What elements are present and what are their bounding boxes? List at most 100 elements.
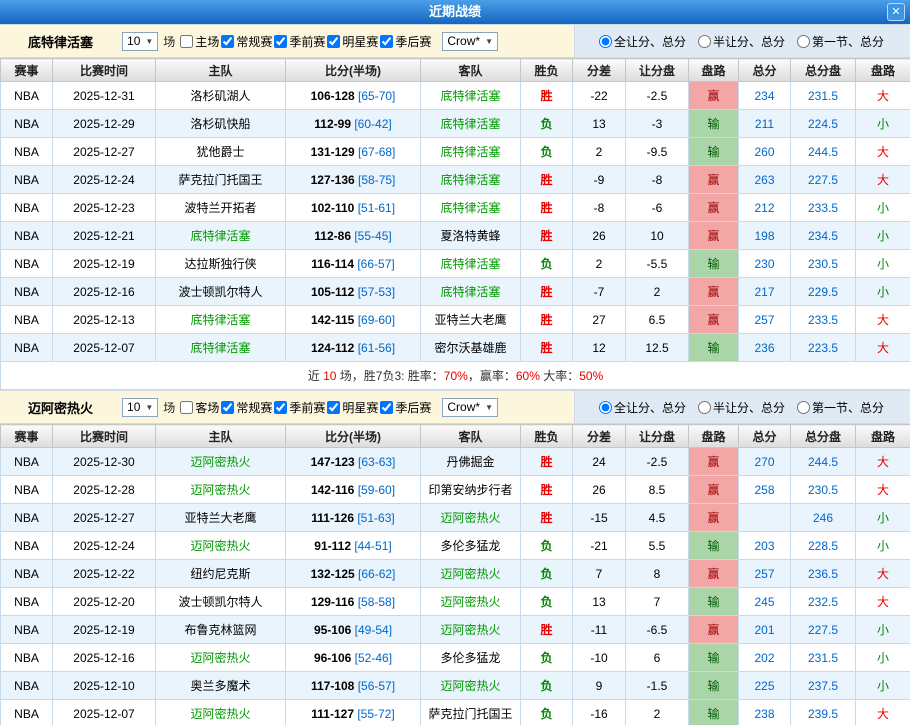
- checkbox-group: 客场 常规赛 季前赛 明星赛 季后赛: [180, 399, 433, 416]
- league-cell: NBA: [1, 250, 53, 278]
- total-line-cell: 231.5: [791, 82, 856, 110]
- ou-result-cell: 小: [856, 644, 910, 672]
- handicap-result-cell: 赢: [689, 194, 739, 222]
- odds-company-select[interactable]: Crow* ▼: [442, 398, 498, 417]
- away-team-cell: 底特律活塞: [421, 166, 521, 194]
- radio-option[interactable]: 全让分、总分: [599, 399, 686, 416]
- radio-input[interactable]: [698, 401, 711, 414]
- score-cell: 124-112 [61-56]: [286, 334, 421, 362]
- ou-result-cell: 小: [856, 222, 910, 250]
- checkbox-input[interactable]: [221, 401, 234, 414]
- checkbox-input[interactable]: [274, 401, 287, 414]
- chevron-down-icon: ▼: [145, 403, 153, 412]
- score-value: 111-126: [311, 511, 354, 525]
- checkbox-option[interactable]: 季前赛: [274, 33, 325, 50]
- away-team-cell: 底特律活塞: [421, 110, 521, 138]
- checkbox-input[interactable]: [380, 401, 393, 414]
- game-row: NBA 2025-12-07 迈阿密热火 111-127 [55-72] 萨克拉…: [1, 700, 910, 725]
- checkbox-label: 季后赛: [395, 399, 431, 416]
- half-score-value: [60-42]: [354, 117, 391, 131]
- ou-result-cell: 大: [856, 448, 910, 476]
- radio-option[interactable]: 半让分、总分: [698, 33, 785, 50]
- total-line-cell: 230.5: [791, 250, 856, 278]
- radio-option[interactable]: 全让分、总分: [599, 33, 686, 50]
- game-row: NBA 2025-12-31 洛杉矶湖人 106-128 [65-70] 底特律…: [1, 82, 910, 110]
- checkbox-option[interactable]: 常规赛: [221, 33, 272, 50]
- half-score-value: [66-57]: [357, 257, 394, 271]
- handicap-result-cell: 赢: [689, 222, 739, 250]
- radio-input[interactable]: [797, 401, 810, 414]
- games-count-select[interactable]: 10 ▼: [122, 32, 158, 51]
- summary-segment: 50%: [579, 369, 603, 383]
- checkbox-input[interactable]: [180, 35, 193, 48]
- score-cell: 112-86 [55-45]: [286, 222, 421, 250]
- checkbox-input[interactable]: [380, 35, 393, 48]
- checkbox-option[interactable]: 季后赛: [380, 399, 431, 416]
- summary-segment: 近: [308, 369, 323, 383]
- handicap-cell: -6.5: [626, 616, 689, 644]
- radio-input[interactable]: [698, 35, 711, 48]
- game-row: NBA 2025-12-27 犹他爵士 131-129 [67-68] 底特律活…: [1, 138, 910, 166]
- checkbox-input[interactable]: [327, 35, 340, 48]
- date-cell: 2025-12-07: [53, 334, 156, 362]
- score-value: 112-86: [314, 229, 351, 243]
- crow-select-value: Crow*: [447, 34, 480, 48]
- home-team-cell: 迈阿密热火: [156, 700, 286, 725]
- checkbox-input[interactable]: [180, 401, 193, 414]
- diff-cell: 2: [573, 250, 626, 278]
- handicap-cell: 8: [626, 560, 689, 588]
- odds-company-select[interactable]: Crow* ▼: [442, 32, 498, 51]
- checkbox-option[interactable]: 季后赛: [380, 33, 431, 50]
- half-score-value: [67-68]: [358, 145, 395, 159]
- checkbox-input[interactable]: [327, 401, 340, 414]
- games-count-select[interactable]: 10 ▼: [122, 398, 158, 417]
- score-cell: 111-126 [51-63]: [286, 504, 421, 532]
- checkbox-option[interactable]: 客场: [180, 399, 219, 416]
- result-cell: 胜: [521, 476, 573, 504]
- radio-input[interactable]: [599, 401, 612, 414]
- diff-cell: 2: [573, 138, 626, 166]
- away-team-cell: 丹佛掘金: [421, 448, 521, 476]
- game-row: NBA 2025-12-24 迈阿密热火 91-112 [44-51] 多伦多猛…: [1, 532, 910, 560]
- diff-cell: 26: [573, 222, 626, 250]
- checkbox-label: 常规赛: [236, 399, 272, 416]
- home-team-cell: 底特律活塞: [156, 306, 286, 334]
- total-cell: 198: [739, 222, 791, 250]
- league-cell: NBA: [1, 278, 53, 306]
- checkbox-option[interactable]: 明星赛: [327, 399, 378, 416]
- handicap-result-cell: 输: [689, 110, 739, 138]
- checkbox-option[interactable]: 主场: [180, 33, 219, 50]
- result-cell: 负: [521, 588, 573, 616]
- score-value: 131-129: [311, 145, 355, 159]
- radio-label: 半让分、总分: [713, 399, 785, 416]
- column-header: 让分盘: [626, 59, 689, 82]
- away-team-cell: 底特律活塞: [421, 250, 521, 278]
- league-cell: NBA: [1, 588, 53, 616]
- date-cell: 2025-12-22: [53, 560, 156, 588]
- column-header: 客队: [421, 425, 521, 448]
- close-icon[interactable]: ✕: [887, 3, 905, 21]
- checkbox-option[interactable]: 常规赛: [221, 399, 272, 416]
- radio-option[interactable]: 第一节、总分: [797, 399, 884, 416]
- checkbox-input[interactable]: [221, 35, 234, 48]
- checkbox-option[interactable]: 明星赛: [327, 33, 378, 50]
- checkbox-input[interactable]: [274, 35, 287, 48]
- game-row: NBA 2025-12-19 布鲁克林篮网 95-106 [49-54] 迈阿密…: [1, 616, 910, 644]
- radio-option[interactable]: 第一节、总分: [797, 33, 884, 50]
- ou-result-cell: 大: [856, 700, 910, 725]
- away-team-cell: 迈阿密热火: [421, 672, 521, 700]
- league-cell: NBA: [1, 110, 53, 138]
- radio-input[interactable]: [797, 35, 810, 48]
- column-header: 赛事: [1, 59, 53, 82]
- checkbox-option[interactable]: 季前赛: [274, 399, 325, 416]
- result-cell: 胜: [521, 334, 573, 362]
- home-team-cell: 底特律活塞: [156, 334, 286, 362]
- checkbox-label: 客场: [195, 399, 219, 416]
- radio-option[interactable]: 半让分、总分: [698, 399, 785, 416]
- total-cell: 202: [739, 644, 791, 672]
- radio-input[interactable]: [599, 35, 612, 48]
- result-cell: 胜: [521, 278, 573, 306]
- handicap-result-cell: 输: [689, 672, 739, 700]
- score-value: 124-112: [311, 341, 354, 355]
- league-cell: NBA: [1, 82, 53, 110]
